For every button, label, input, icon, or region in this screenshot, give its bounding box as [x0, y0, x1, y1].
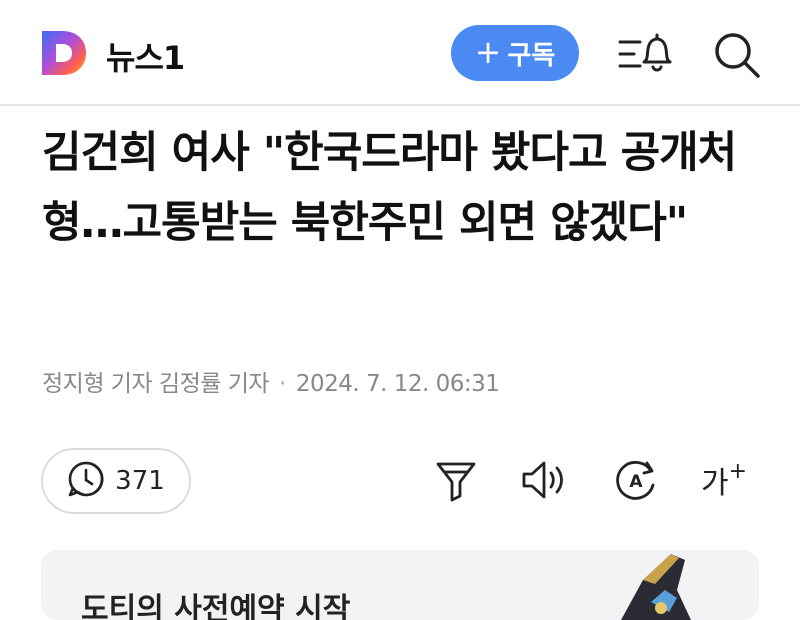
speaker-icon[interactable] — [520, 456, 568, 504]
subscribe-button[interactable]: + 구독 — [451, 25, 579, 81]
comment-count: 371 — [115, 466, 165, 496]
font-size-label: 가 — [700, 466, 729, 501]
translate-icon[interactable]: A — [612, 456, 660, 504]
banner-character-image — [581, 550, 711, 620]
search-icon[interactable] — [712, 30, 762, 80]
font-size-button[interactable]: 가 + — [700, 456, 748, 504]
byline-separator: · — [279, 371, 286, 397]
notification-bell-icon[interactable] — [618, 30, 674, 78]
summary-filter-icon[interactable] — [432, 456, 480, 504]
reporter-names[interactable]: 정지형 기자 김정률 기자 — [42, 371, 270, 397]
promo-banner[interactable]: 도티의 사전예약 시작 — [41, 550, 759, 620]
article-title: 김건희 여사 "한국드라마 봤다고 공개처형…고통받는 북한주민 외면 않겠다" — [42, 128, 737, 248]
banner-text: 도티의 사전예약 시작 — [81, 592, 351, 620]
svg-text:A: A — [629, 472, 643, 492]
brand-name[interactable]: 뉴스1 — [106, 33, 185, 79]
daum-logo[interactable] — [40, 29, 88, 77]
comments-button[interactable]: 371 — [41, 448, 191, 514]
subscribe-label: 구독 — [507, 40, 556, 71]
app-header: 뉴스1 + 구독 — [0, 0, 800, 106]
plus-icon: + — [474, 32, 502, 71]
comment-clock-icon — [67, 460, 105, 502]
publish-date: 2024. 7. 12. 06:31 — [295, 371, 500, 397]
article-byline: 정지형 기자 김정률 기자 · 2024. 7. 12. 06:31 — [42, 364, 500, 398]
font-size-plus: + — [728, 458, 748, 484]
